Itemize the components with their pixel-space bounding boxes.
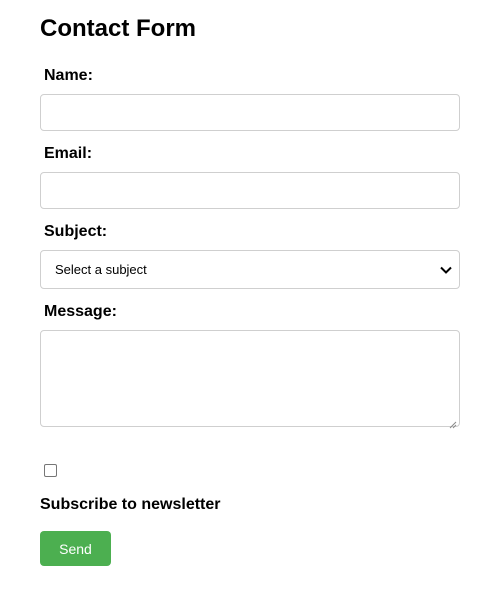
subject-label: Subject: xyxy=(44,223,108,240)
name-input[interactable] xyxy=(40,94,460,131)
message-label: Message: xyxy=(44,303,117,320)
newsletter-label: Subscribe to newsletter xyxy=(40,496,221,513)
page-title: Contact Form xyxy=(40,15,196,42)
contact-form: Contact Form Name: Email: Subject: Selec… xyxy=(0,0,500,595)
subject-select[interactable]: Select a subject xyxy=(40,250,460,289)
email-label: Email: xyxy=(44,145,93,162)
name-label: Name: xyxy=(44,67,93,84)
chevron-down-icon xyxy=(439,263,453,277)
message-textarea[interactable] xyxy=(40,330,460,429)
subject-selected-value: Select a subject xyxy=(55,262,147,277)
email-input[interactable] xyxy=(40,172,460,209)
newsletter-checkbox[interactable] xyxy=(44,464,57,477)
send-button[interactable]: Send xyxy=(40,531,111,566)
resize-grip-icon[interactable] xyxy=(449,416,457,429)
